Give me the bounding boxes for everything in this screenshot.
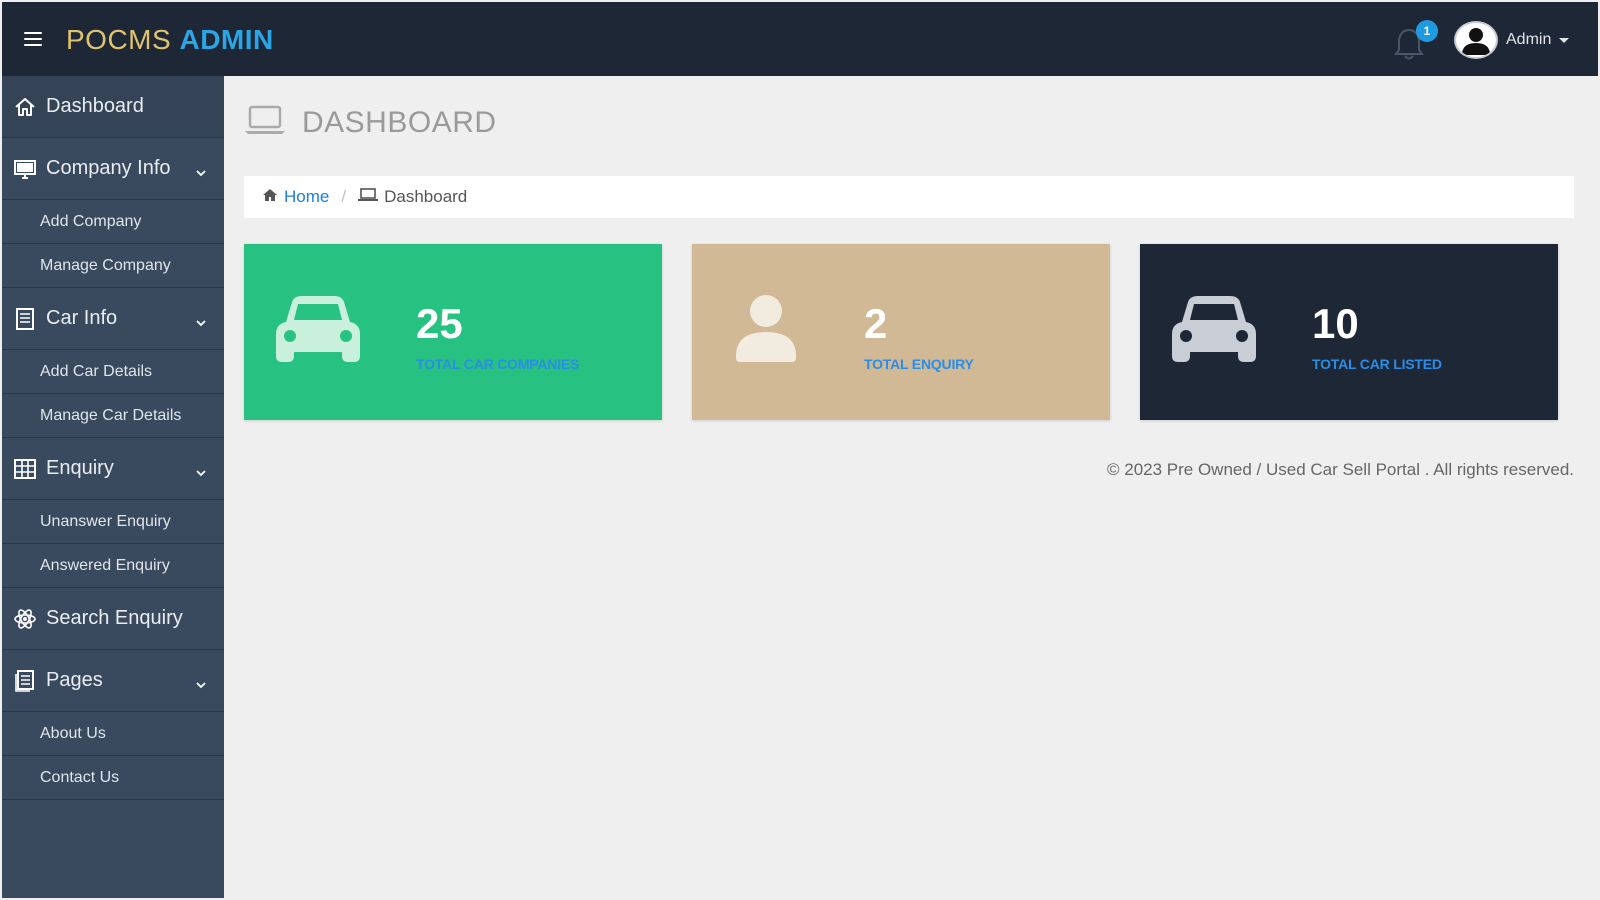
stat-card-car-companies[interactable]: 25 TOTAL CAR COMPANIES [244,244,662,420]
sidebar-subitem-about-us[interactable]: About Us [2,712,224,756]
stat-caption: TOTAL CAR LISTED [1312,356,1442,372]
laptop-icon [244,104,286,141]
footer-copyright: © 2023 Pre Owned / Used Car Sell Portal … [1106,460,1574,479]
car-icon [1172,294,1256,364]
brand-name: POCMS [66,24,172,55]
stat-value: 25 [416,300,463,347]
sidebar-subitem-add-company[interactable]: Add Company [2,200,224,244]
sidebar-item-search-enquiry[interactable]: Search Enquiry [2,588,224,650]
laptop-icon [358,187,379,207]
sidebar-item-company-info[interactable]: Company Info [2,138,224,200]
sidebar: Dashboard Company Info Add Company Manag… [2,76,224,898]
sidebar-item-car-info[interactable]: Car Info [2,288,224,350]
stat-card-enquiry[interactable]: 2 TOTAL ENQUIRY [692,244,1110,420]
menu-toggle-icon[interactable] [24,32,42,46]
main-content: DASHBOARD Home / Dashboard 25 TOTAL CAR … [224,76,1598,898]
sidebar-subitem-manage-car-details[interactable]: Manage Car Details [2,394,224,438]
stat-value: 2 [864,300,888,347]
monitor-icon [14,158,36,180]
sidebar-item-label: Dashboard [46,95,144,117]
sidebar-item-label: Pages [46,669,103,691]
sidebar-item-dashboard[interactable]: Dashboard [2,76,224,138]
chevron-down-icon [196,465,206,476]
sidebar-subitem-unanswer-enquiry[interactable]: Unanswer Enquiry [2,500,224,544]
breadcrumb: Home / Dashboard [244,176,1574,218]
chevron-down-icon [196,165,206,176]
car-icon [276,294,360,364]
caret-down-icon [1559,37,1570,43]
chevron-down-icon [196,677,206,688]
brand-logo[interactable]: POCMS ADMIN [66,24,274,56]
atom-icon [14,608,36,630]
sidebar-subitem-contact-us[interactable]: Contact Us [2,756,224,800]
sidebar-item-enquiry[interactable]: Enquiry [2,438,224,500]
breadcrumb-separator: / [341,187,347,206]
stat-caption: TOTAL CAR COMPANIES [416,356,580,372]
user-icon [736,294,820,364]
stat-caption: TOTAL ENQUIRY [864,356,974,372]
sidebar-subitem-add-car-details[interactable]: Add Car Details [2,350,224,394]
brand-suffix: ADMIN [179,24,274,55]
sidebar-subitem-manage-company[interactable]: Manage Company [2,244,224,288]
user-menu[interactable]: Admin [1454,20,1570,60]
sidebar-subitem-answered-enquiry[interactable]: Answered Enquiry [2,544,224,588]
file-icon [14,307,36,330]
table-icon [14,458,36,480]
page-header: DASHBOARD [244,104,497,141]
avatar [1454,21,1498,59]
top-navbar: POCMS ADMIN 1 Admin [2,2,1598,76]
chevron-down-icon [196,315,206,326]
sidebar-item-label: Car Info [46,307,118,329]
sidebar-item-label: Search Enquiry [46,607,183,629]
breadcrumb-current: Dashboard [384,187,468,206]
notification-badge[interactable]: 1 [1416,20,1438,42]
page-title: DASHBOARD [302,105,497,139]
sidebar-item-label: Company Info [46,157,171,179]
user-name: Admin [1506,31,1552,48]
breadcrumb-home-link[interactable]: Home [284,187,329,207]
home-icon [262,187,278,207]
stat-card-car-listed[interactable]: 10 TOTAL CAR LISTED [1140,244,1558,420]
sidebar-item-label: Enquiry [46,457,114,479]
pages-icon [14,669,36,692]
sidebar-item-pages[interactable]: Pages [2,650,224,712]
stat-value: 10 [1312,300,1359,347]
home-icon [14,96,36,118]
